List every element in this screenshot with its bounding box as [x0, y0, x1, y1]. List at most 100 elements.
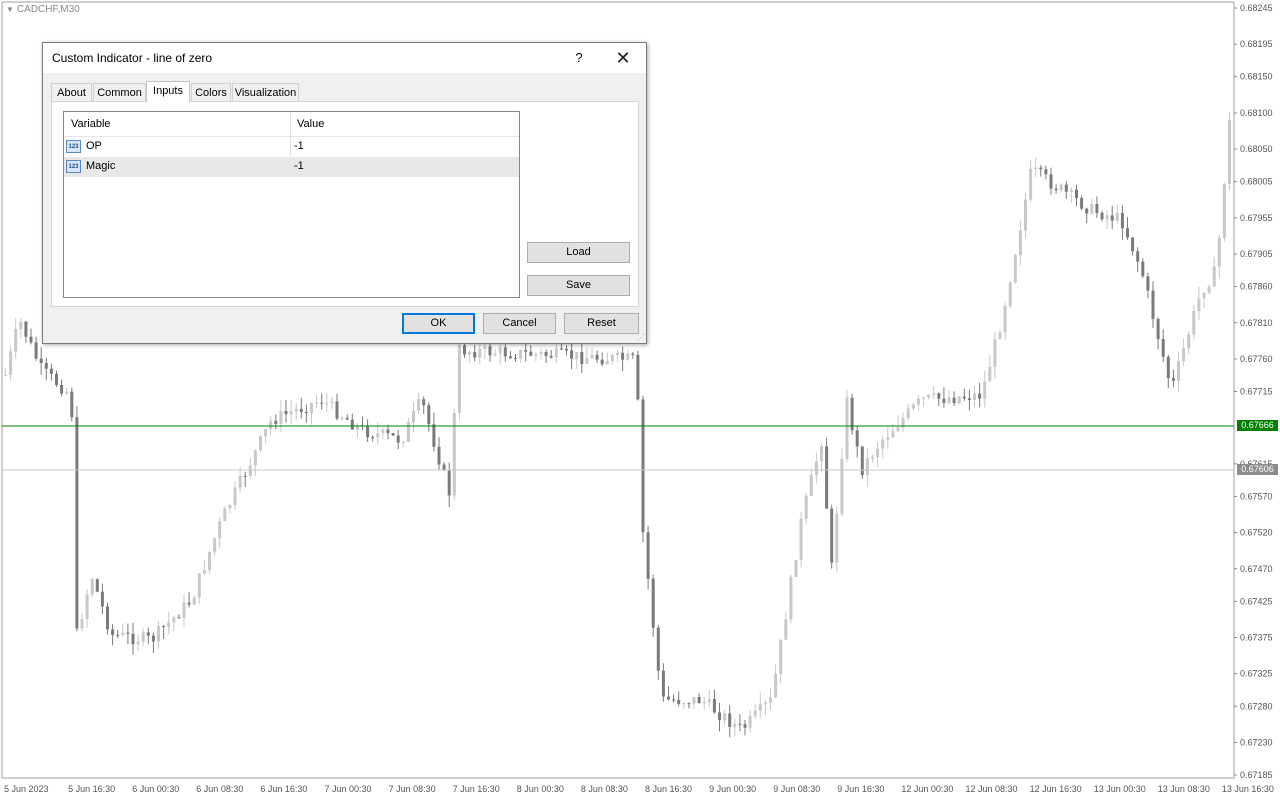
- candle-body: [651, 578, 655, 628]
- candle-body: [1141, 261, 1145, 277]
- symbol-text: CADCHF,M30: [16, 4, 80, 15]
- candle-body: [554, 348, 558, 358]
- candle-body: [896, 427, 900, 432]
- column-value[interactable]: Value: [297, 118, 324, 130]
- candle-body: [55, 373, 58, 385]
- candle-body: [850, 397, 854, 431]
- candle-body: [157, 626, 160, 642]
- candle-body: [1100, 212, 1104, 220]
- candle-body: [1166, 356, 1170, 379]
- symbol-label: ▼ CADCHF,M30: [6, 4, 80, 15]
- candle-body: [427, 405, 431, 425]
- candle-body: [1064, 184, 1068, 192]
- candle-body: [335, 401, 339, 419]
- tab-colors[interactable]: Colors: [191, 83, 231, 101]
- candle-body: [1013, 255, 1017, 283]
- ok-button[interactable]: OK: [402, 313, 475, 334]
- input-value[interactable]: -1: [294, 140, 304, 152]
- candle-body: [835, 513, 839, 563]
- candle-body: [559, 348, 563, 350]
- save-button[interactable]: Save: [527, 275, 630, 296]
- candle-body: [218, 521, 222, 539]
- candle-body: [544, 352, 548, 356]
- candle-body: [641, 399, 645, 533]
- candle-body: [621, 352, 625, 360]
- candle-body: [927, 394, 931, 398]
- candle-body: [422, 399, 426, 406]
- candle-body: [789, 576, 793, 620]
- candle-body: [743, 724, 747, 728]
- candle-body: [610, 355, 614, 361]
- input-row-magic[interactable]: 123 Magic -1: [64, 157, 519, 177]
- candle-body: [1075, 189, 1078, 198]
- input-row-op[interactable]: 123 OP -1: [64, 137, 519, 157]
- candle-body: [100, 591, 104, 607]
- tab-about[interactable]: About: [51, 83, 92, 101]
- candle-body: [315, 402, 319, 404]
- tab-common[interactable]: Common: [93, 83, 146, 101]
- candle-body: [1136, 251, 1140, 262]
- time-tick-label: 7 Jun 16:30: [453, 784, 500, 794]
- price-tick-label: 0.67425: [1240, 596, 1273, 606]
- reset-button[interactable]: Reset: [564, 313, 639, 334]
- candle-body: [197, 573, 201, 598]
- candle-body: [916, 398, 920, 405]
- candle-body: [1182, 348, 1186, 362]
- candle-body: [468, 351, 472, 355]
- candle-body: [549, 355, 553, 358]
- candle-body: [493, 353, 497, 356]
- candle-body: [702, 701, 706, 704]
- candle-body: [804, 495, 808, 519]
- candle-body: [126, 632, 130, 634]
- candle-body: [590, 354, 594, 359]
- candle-body: [325, 403, 329, 405]
- candle-body: [162, 626, 166, 628]
- candle-body: [534, 353, 538, 356]
- candle-body: [728, 713, 732, 727]
- close-button[interactable]: ✕: [609, 46, 637, 70]
- candle-body: [524, 349, 528, 352]
- candle-body: [1146, 276, 1150, 291]
- candle-body: [687, 703, 691, 705]
- time-tick-label: 8 Jun 16:30: [645, 784, 692, 794]
- candle-body: [814, 461, 818, 476]
- help-button[interactable]: ?: [569, 48, 589, 68]
- candle-body: [876, 448, 880, 458]
- load-button[interactable]: Load: [527, 242, 630, 263]
- price-tick-label: 0.68100: [1240, 108, 1273, 118]
- price-tick-label: 0.67230: [1240, 737, 1273, 747]
- cancel-button[interactable]: Cancel: [483, 313, 556, 334]
- time-tick-label: 7 Jun 00:30: [325, 784, 372, 794]
- candle-body: [1085, 208, 1089, 214]
- price-tick-label: 0.68050: [1240, 144, 1273, 154]
- candle-body: [539, 352, 543, 354]
- tab-inputs[interactable]: Inputs: [146, 81, 190, 102]
- candle-body: [80, 618, 84, 629]
- column-variable[interactable]: Variable: [71, 118, 111, 130]
- candle-body: [294, 408, 298, 412]
- dropdown-arrow-icon[interactable]: ▼: [6, 5, 14, 14]
- integer-type-icon: 123: [66, 160, 81, 173]
- candle-body: [1212, 266, 1216, 287]
- candle-body: [723, 713, 727, 721]
- candle-body: [860, 446, 864, 476]
- candle-body: [1034, 167, 1038, 169]
- candle-body: [412, 410, 415, 423]
- resize-grip-icon[interactable]: ⋰: [637, 334, 645, 342]
- candle-body: [95, 579, 99, 592]
- candle-body: [457, 345, 461, 413]
- time-axis: 5 Jun 2023 5 Jun 16:30 6 Jun 00:30 6 Jun 08…: [4, 784, 1274, 794]
- dialog-titlebar[interactable]: Custom Indicator - line of zero ? ✕: [43, 43, 646, 73]
- candle-body: [1080, 197, 1084, 209]
- candle-body: [172, 617, 176, 623]
- tab-visualization[interactable]: Visualization: [232, 83, 299, 101]
- candle-body: [304, 412, 308, 414]
- candle-body: [855, 430, 859, 447]
- candle-body: [748, 715, 752, 728]
- candle-body: [279, 410, 283, 424]
- candle-body: [570, 350, 574, 359]
- candle-body: [585, 358, 589, 364]
- input-value[interactable]: -1: [294, 160, 304, 172]
- price-tick-label: 0.67375: [1240, 633, 1273, 643]
- candle-body: [774, 673, 778, 698]
